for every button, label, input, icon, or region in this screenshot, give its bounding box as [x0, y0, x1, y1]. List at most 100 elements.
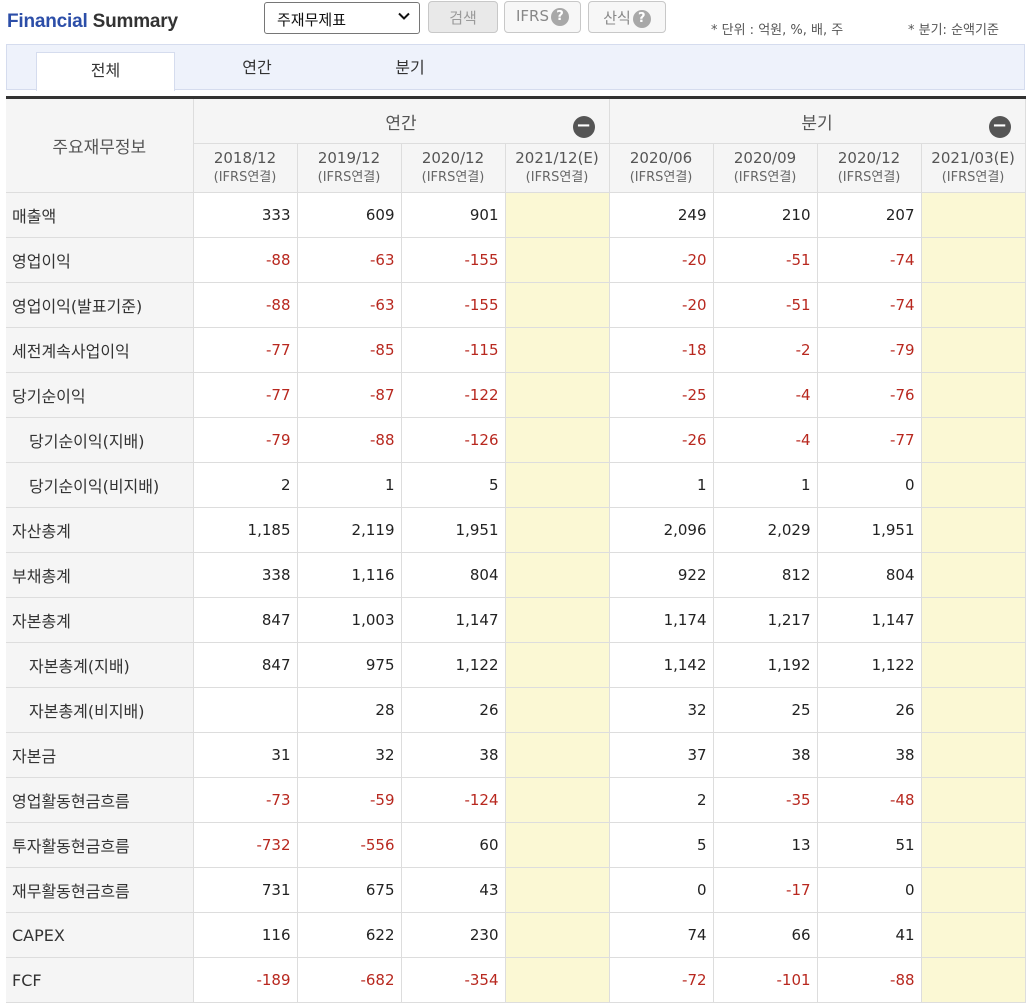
table-row: 당기순이익(비지배) 2 1 5 1 1 0 [6, 462, 1026, 508]
table-row: 영업활동현금흐름 -73 -59 -124 2 -35 -48 [6, 777, 1026, 823]
row-label[interactable]: FCF [6, 957, 194, 1003]
column-basis: (IFRS연결) [733, 170, 797, 185]
column-header: 2020/06 (IFRS연결) [609, 143, 714, 193]
annual-group-header: 연간 − [193, 96, 610, 144]
table-cell: 812 [713, 552, 818, 598]
table-cell [921, 237, 1026, 283]
financial-summary-table: 주요재무정보 연간 − 분기 − 2018/12 (IFRS연결) 2019/12 (… [6, 96, 1026, 1003]
table-cell: -76 [817, 372, 922, 418]
table-cell: -88 [817, 957, 922, 1003]
table-cell: 0 [817, 867, 922, 913]
table-cell [921, 462, 1026, 508]
table-cell: 28 [297, 687, 402, 733]
row-label[interactable]: 투자활동현금흐름 [6, 822, 194, 868]
table-cell: 1,142 [609, 642, 714, 688]
column-header: 2020/09 (IFRS연결) [713, 143, 818, 193]
table-cell: -79 [817, 327, 922, 373]
table-cell: 51 [817, 822, 922, 868]
statement-type-select[interactable]: 주재무제표 [264, 2, 420, 34]
table-cell: -35 [713, 777, 818, 823]
table-cell [921, 867, 1026, 913]
quarter-group-header: 분기 − [609, 96, 1026, 144]
table-cell: 609 [297, 192, 402, 238]
column-period: 2020/12 [421, 149, 485, 167]
table-cell [921, 957, 1026, 1003]
row-label[interactable]: 자산총계 [6, 507, 194, 553]
table-cell [505, 552, 610, 598]
table-cell [505, 822, 610, 868]
row-label[interactable]: 영업이익 [6, 237, 194, 283]
annual-group-label: 연간 [385, 113, 417, 134]
table-cell: -74 [817, 237, 922, 283]
collapse-quarter-icon[interactable]: − [988, 116, 1011, 138]
table-cell: -155 [401, 237, 506, 283]
row-label[interactable]: 세전계속사업이익 [6, 327, 194, 373]
table-cell: 804 [401, 552, 506, 598]
formula-help-button[interactable]: 산식? [588, 1, 666, 33]
search-button[interactable]: 검색 [428, 1, 498, 33]
row-label[interactable]: 매출액 [6, 192, 194, 238]
table-cell: 26 [401, 687, 506, 733]
table-cell: 116 [193, 912, 298, 958]
table-cell [921, 912, 1026, 958]
ifrs-label: IFRS [516, 7, 549, 25]
table-cell: -25 [609, 372, 714, 418]
tab-all[interactable]: 전체 [36, 52, 175, 91]
table-row: 자본총계(지배) 847 975 1,122 1,142 1,192 1,122 [6, 642, 1026, 688]
table-cell: -88 [193, 237, 298, 283]
table-cell [921, 372, 1026, 418]
table-cell: 1,174 [609, 597, 714, 643]
row-label[interactable]: 자본총계(비지배) [6, 687, 194, 733]
row-label[interactable]: CAPEX [6, 912, 194, 958]
column-header: 2021/03(E) (IFRS연결) [921, 143, 1026, 193]
table-cell: -79 [193, 417, 298, 463]
table-cell [921, 597, 1026, 643]
table-cell: 32 [297, 732, 402, 778]
table-row: 자본총계 847 1,003 1,147 1,174 1,217 1,147 [6, 597, 1026, 643]
row-label[interactable]: 재무활동현금흐름 [6, 867, 194, 913]
table-cell: -126 [401, 417, 506, 463]
table-cell [505, 777, 610, 823]
table-cell: -101 [713, 957, 818, 1003]
row-label[interactable]: 자본총계(지배) [6, 642, 194, 688]
column-period: 2021/03(E) [931, 149, 1015, 167]
table-cell: 38 [713, 732, 818, 778]
table-cell: -20 [609, 237, 714, 283]
table-cell: -59 [297, 777, 402, 823]
row-label[interactable]: 당기순이익 [6, 372, 194, 418]
table-cell: 74 [609, 912, 714, 958]
table-cell: -556 [297, 822, 402, 868]
table-row: 당기순이익 -77 -87 -122 -25 -4 -76 [6, 372, 1026, 418]
title-financial: Financial [7, 11, 88, 32]
table-cell [505, 462, 610, 508]
ifrs-help-button[interactable]: IFRS? [504, 1, 581, 33]
collapse-annual-icon[interactable]: − [572, 116, 595, 138]
row-label[interactable]: 당기순이익(지배) [6, 417, 194, 463]
row-label[interactable]: 영업활동현금흐름 [6, 777, 194, 823]
row-label[interactable]: 부채총계 [6, 552, 194, 598]
table-cell [921, 642, 1026, 688]
table-cell: 41 [817, 912, 922, 958]
table-cell [921, 822, 1026, 868]
table-cell [505, 507, 610, 553]
table-cell [921, 417, 1026, 463]
table-cell [505, 732, 610, 778]
table-cell: -72 [609, 957, 714, 1003]
row-label[interactable]: 자본금 [6, 732, 194, 778]
tab-annual[interactable]: 연간 [202, 45, 312, 90]
column-header: 2018/12 (IFRS연결) [193, 143, 298, 193]
row-label[interactable]: 당기순이익(비지배) [6, 462, 194, 508]
table-row: 매출액 333 609 901 249 210 207 [6, 192, 1026, 238]
table-cell: 25 [713, 687, 818, 733]
table-cell: 31 [193, 732, 298, 778]
table-cell: 731 [193, 867, 298, 913]
column-header: 2019/12 (IFRS연결) [297, 143, 402, 193]
table-cell [505, 912, 610, 958]
tab-quarterly[interactable]: 분기 [355, 45, 465, 90]
statement-type-value: 주재무제표 [277, 11, 347, 29]
table-row: 영업이익 -88 -63 -155 -20 -51 -74 [6, 237, 1026, 283]
row-label[interactable]: 영업이익(발표기준) [6, 282, 194, 328]
table-cell [505, 192, 610, 238]
table-cell: -87 [297, 372, 402, 418]
row-label[interactable]: 자본총계 [6, 597, 194, 643]
